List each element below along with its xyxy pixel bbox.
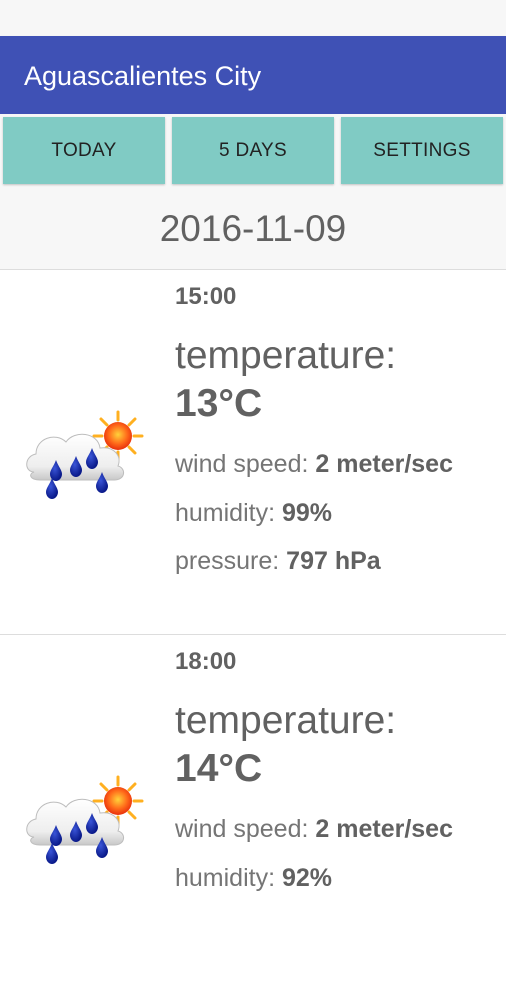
rain-cloud-sun-icon	[22, 771, 146, 867]
forecast-item: 18:00 temperature: 14°C wind speed: 2 me…	[0, 635, 506, 999]
status-bar	[0, 0, 506, 36]
pressure-label: pressure:	[175, 547, 280, 575]
forecast-item: 15:00 temperature: 13°C wind speed: 2 me…	[0, 270, 506, 634]
humidity-value: 99%	[282, 499, 333, 527]
humidity-label: humidity:	[175, 499, 276, 527]
pressure-row: pressure: 797 hPa	[175, 546, 381, 576]
rain-cloud-sun-icon	[22, 406, 146, 502]
temperature-value: 14°C	[175, 747, 263, 790]
wind-speed-label: wind speed:	[175, 450, 309, 478]
temperature-label: temperature:	[175, 699, 397, 742]
wind-speed-row: wind speed: 2 meter/sec	[175, 814, 453, 844]
wind-speed-value: 2 meter/sec	[315, 450, 453, 478]
forecast-time: 15:00	[175, 283, 237, 310]
temperature-value: 13°C	[175, 382, 263, 425]
wind-speed-value: 2 meter/sec	[315, 815, 453, 843]
app-title: Aguascalientes City	[24, 61, 262, 91]
humidity-row: humidity: 92%	[175, 863, 332, 893]
app-bar: Aguascalientes City	[0, 36, 506, 114]
humidity-value: 92%	[282, 864, 333, 892]
tab-today[interactable]: TODAY	[3, 117, 165, 184]
pressure-value: 797 hPa	[286, 547, 381, 575]
wind-speed-row: wind speed: 2 meter/sec	[175, 449, 453, 479]
tab-5-days[interactable]: 5 DAYS	[172, 117, 334, 184]
humidity-label: humidity:	[175, 864, 276, 892]
date-label: 2016-11-09	[159, 208, 347, 249]
forecast-time: 18:00	[175, 648, 237, 675]
tab-settings[interactable]: SETTINGS	[341, 117, 503, 184]
temperature-label: temperature:	[175, 334, 397, 377]
wind-speed-label: wind speed:	[175, 815, 309, 843]
tabs-area: TODAY 5 DAYS SETTINGS 2016-11-09	[0, 114, 506, 270]
humidity-row: humidity: 99%	[175, 498, 332, 528]
